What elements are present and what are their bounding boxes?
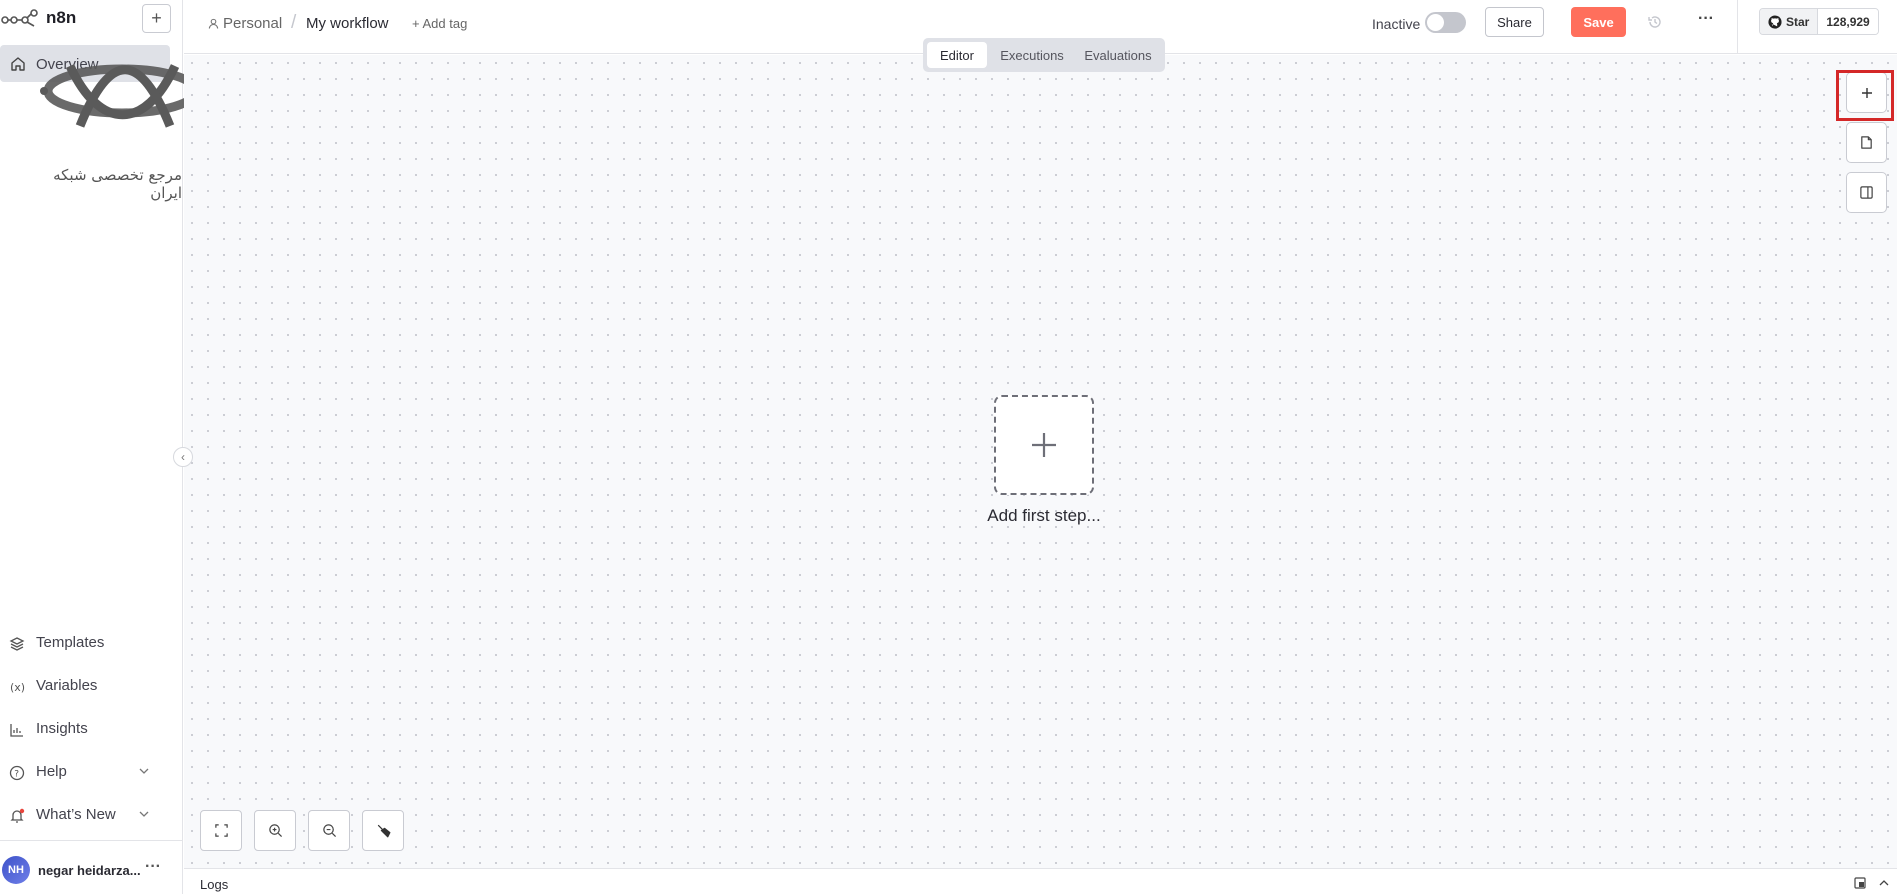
- sidebar-item-label: Help: [36, 763, 67, 780]
- fit-view-icon: [214, 824, 228, 837]
- zoom-in-button[interactable]: [254, 810, 296, 851]
- status-label: Inactive: [1372, 16, 1421, 32]
- sidebar-item-overview[interactable]: Overview: [0, 45, 170, 82]
- github-star-count: 128,929: [1818, 9, 1878, 34]
- github-star-button[interactable]: Star: [1760, 9, 1819, 34]
- user-icon: [208, 18, 219, 29]
- sidebar-item-help[interactable]: ? Help: [0, 757, 170, 787]
- sidebar: n8n + Overview مرجع تخصصی شبکه ایران Tem…: [0, 0, 205, 894]
- sidebar-item-whats-new[interactable]: What’s New: [0, 800, 170, 830]
- active-toggle[interactable]: [1425, 12, 1466, 33]
- home-icon: [11, 57, 25, 71]
- breadcrumb-separator: /: [291, 12, 297, 33]
- user-menu[interactable]: NH negar heidarza... ···: [0, 856, 183, 886]
- sidebar-item-label: Overview: [36, 56, 99, 73]
- add-tag-button[interactable]: + Add tag: [412, 16, 467, 31]
- sidebar-item-variables[interactable]: (x) Variables: [0, 671, 170, 701]
- templates-icon: [9, 637, 25, 651]
- add-first-step-button[interactable]: [994, 395, 1094, 495]
- history-icon[interactable]: [1647, 14, 1663, 30]
- workflow-name[interactable]: My workflow: [306, 15, 389, 32]
- toggle-side-panel-button[interactable]: [1846, 172, 1887, 213]
- user-name: negar heidarza...: [38, 863, 141, 878]
- breadcrumb-project[interactable]: Personal: [208, 15, 282, 32]
- sidebar-item-templates[interactable]: Templates: [0, 628, 170, 658]
- chevron-up-icon[interactable]: [1878, 877, 1890, 889]
- more-options-icon[interactable]: ···: [1698, 10, 1714, 28]
- tab-evaluations[interactable]: Evaluations: [1075, 42, 1161, 68]
- sidebar-item-label: Variables: [36, 677, 98, 694]
- sidebar-item-label: Templates: [36, 634, 105, 651]
- zoom-to-fit-button[interactable]: [200, 810, 242, 851]
- more-options-icon[interactable]: ···: [145, 858, 161, 876]
- panel-right-icon: [1860, 186, 1873, 199]
- plus-icon: +: [151, 8, 162, 28]
- share-button[interactable]: Share: [1485, 7, 1544, 37]
- plus-icon: [1032, 433, 1056, 457]
- sticky-note-icon: [1861, 136, 1872, 149]
- zoom-out-button[interactable]: [308, 810, 350, 851]
- plus-icon: [1861, 87, 1872, 98]
- sidebar-divider: [0, 840, 183, 841]
- zoom-out-icon: [322, 824, 336, 838]
- chevron-down-icon: [139, 811, 149, 817]
- variables-icon: (x): [10, 681, 25, 694]
- insights-icon: [10, 724, 23, 737]
- save-button[interactable]: Save: [1571, 7, 1626, 37]
- collapse-sidebar-button[interactable]: ‹: [173, 447, 193, 467]
- toggle-knob: [1427, 14, 1444, 31]
- svg-text:?: ?: [14, 770, 19, 780]
- zoom-in-icon: [268, 824, 282, 838]
- header-divider: [1737, 0, 1738, 54]
- add-first-step-label: Add first step...: [987, 506, 1101, 525]
- help-icon: ?: [9, 765, 25, 781]
- watermark-text: مرجع تخصصی شبکه ایران: [53, 166, 182, 202]
- create-new-button[interactable]: +: [142, 4, 171, 33]
- logs-label: Logs: [200, 877, 229, 892]
- github-icon: [1768, 14, 1782, 29]
- sidebar-item-label: What’s New: [36, 806, 116, 823]
- github-star-label: Star: [1786, 14, 1810, 29]
- pop-out-icon[interactable]: [1854, 877, 1866, 889]
- broom-icon: [377, 824, 390, 838]
- tab-executions[interactable]: Executions: [991, 42, 1073, 68]
- chevron-left-icon: ‹: [181, 450, 185, 464]
- sidebar-item-insights[interactable]: Insights: [0, 714, 170, 744]
- tidy-up-button[interactable]: [362, 810, 404, 851]
- breadcrumb-project-label: Personal: [223, 15, 283, 32]
- avatar: NH: [2, 856, 30, 884]
- chevron-down-icon: [139, 768, 149, 774]
- brand-name: n8n: [46, 8, 77, 27]
- sidebar-item-label: Insights: [36, 720, 88, 737]
- svg-text:(x): (x): [10, 681, 25, 694]
- tab-editor[interactable]: Editor: [927, 42, 987, 68]
- view-tabs: Editor Executions Evaluations: [923, 38, 1165, 72]
- add-sticky-note-button[interactable]: [1846, 122, 1887, 163]
- github-star-widget[interactable]: Star 128,929: [1759, 8, 1879, 35]
- bell-icon: [10, 808, 25, 823]
- logs-panel[interactable]: Logs: [184, 868, 1897, 894]
- open-nodes-panel-button[interactable]: [1846, 72, 1887, 113]
- n8n-logo-icon: [1, 9, 38, 27]
